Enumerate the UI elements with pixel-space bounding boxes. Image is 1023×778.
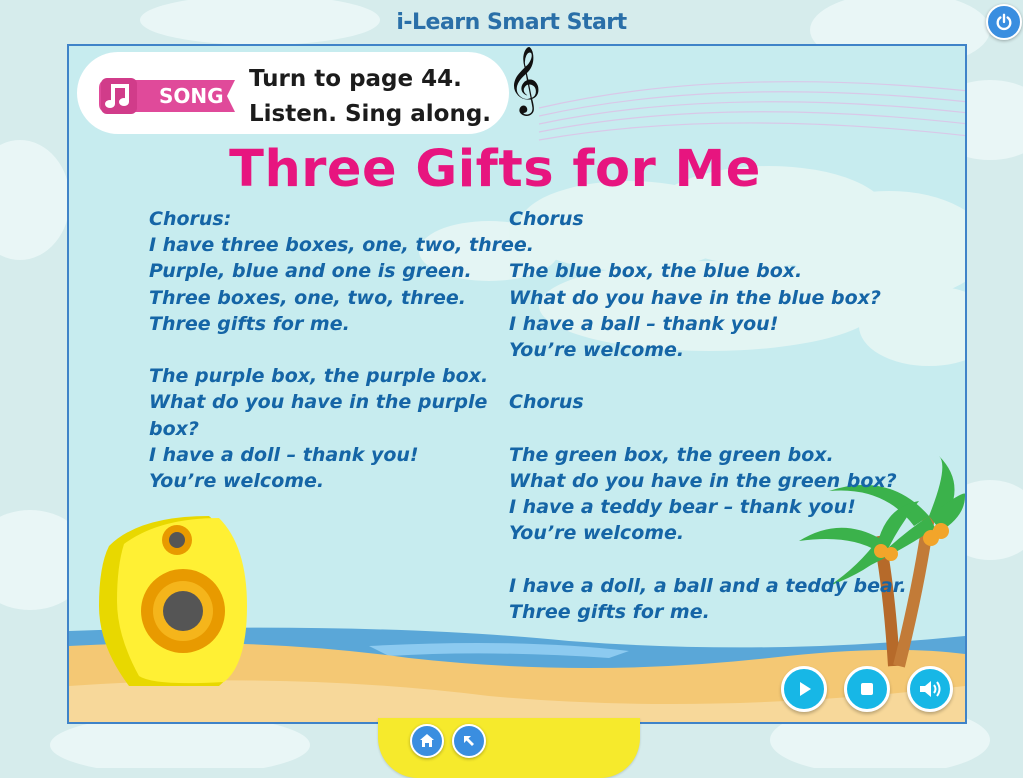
lyric-line: You’re welcome.: [149, 469, 325, 492]
lyric-line: The blue box, the blue box.: [509, 260, 803, 283]
lyric-line: box?: [149, 417, 199, 440]
speaker-illustration: [99, 516, 247, 686]
volume-button[interactable]: [907, 666, 953, 712]
stop-icon: [861, 683, 873, 695]
home-button[interactable]: [410, 724, 444, 758]
lyric-line: Chorus: [509, 391, 584, 414]
lyric-line: What do you have in the blue box?: [509, 286, 881, 309]
lyric-line: [509, 363, 899, 389]
lyrics-right-column: Chorus The blue box, the blue box. What …: [509, 206, 907, 625]
instruction-line-2: Listen. Sing along.: [249, 101, 492, 127]
treble-clef-icon: 𝄞: [507, 45, 542, 113]
back-arrow-icon: [464, 736, 474, 746]
song-badge-label: SONG: [159, 84, 224, 108]
play-button[interactable]: [781, 666, 827, 712]
lyric-line: What do you have in the green box?: [509, 469, 897, 492]
lyric-line: You’re welcome.: [509, 522, 685, 545]
instruction-line-1: Turn to page 44.: [249, 66, 462, 92]
back-button[interactable]: [452, 724, 486, 758]
app-title: i-Learn Smart Start: [396, 10, 627, 35]
instruction-pill: SONG Turn to page 44. Listen. Sing along…: [77, 52, 509, 134]
lyric-line: The purple box, the purple box.: [149, 365, 489, 388]
lyric-line: Three boxes, one, two, three.: [149, 286, 466, 309]
song-panel: SONG Turn to page 44. Listen. Sing along…: [67, 44, 967, 724]
lyric-line: [149, 337, 509, 363]
lyric-line: Chorus:: [149, 208, 232, 230]
lyric-line: Three gifts for me.: [509, 600, 710, 623]
lyric-line: Chorus: [509, 208, 584, 230]
lyric-line: [509, 546, 899, 572]
lyric-line: [509, 232, 899, 258]
lyric-line: You’re welcome.: [509, 338, 685, 361]
song-title: Three Gifts for Me: [229, 140, 761, 199]
lyric-line: I have three boxes, one, two, three.: [149, 234, 535, 257]
lyric-line: [509, 416, 899, 442]
lyric-line: I have a ball – thank you!: [509, 312, 779, 335]
bottom-navigation-bar: [378, 718, 640, 778]
lyric-line: I have a doll – thank you!: [149, 443, 419, 466]
stop-button[interactable]: [844, 666, 890, 712]
play-icon: [800, 682, 811, 696]
lyric-line: I have a doll, a ball and a teddy bear.: [509, 574, 907, 597]
volume-icon: [920, 681, 941, 697]
power-button[interactable]: [986, 4, 1022, 40]
lyric-line: Purple, blue and one is green.: [149, 260, 472, 283]
lyric-line: I have a teddy bear – thank you!: [509, 496, 856, 519]
lyric-line: What do you have in the purple: [149, 391, 488, 414]
lyrics-left-column: Chorus: I have three boxes, one, two, th…: [149, 206, 535, 494]
power-icon: [996, 13, 1012, 31]
home-icon: [420, 734, 434, 747]
lyric-line: Three gifts for me.: [149, 312, 350, 335]
lyric-line: The green box, the green box.: [509, 443, 834, 466]
